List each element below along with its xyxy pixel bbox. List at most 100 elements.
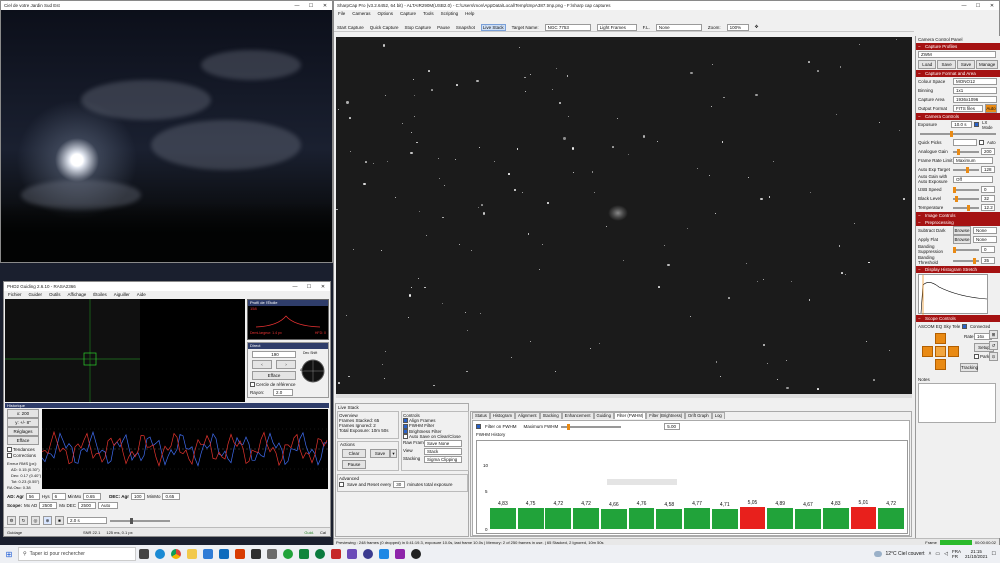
notes-box[interactable]	[918, 383, 996, 423]
target-input[interactable]: NGC 7753	[544, 23, 591, 31]
black-level-slider[interactable]	[953, 195, 979, 202]
temperature-slider[interactable]	[953, 204, 979, 211]
minimize-icon[interactable]: —	[957, 3, 971, 9]
dock-value[interactable]: 190	[252, 351, 296, 358]
side-tool-icon[interactable]: ↺	[989, 341, 998, 350]
graph-settings-button[interactable]: Réglages	[7, 427, 39, 436]
guide-camera-view[interactable]	[5, 299, 245, 402]
phd-menu-item[interactable]: Fichier	[8, 292, 22, 297]
live-stack-tab[interactable]: Filter (FWHM)	[613, 412, 647, 419]
gain-input[interactable]: 200	[981, 148, 995, 155]
scope-north-button[interactable]	[935, 333, 946, 344]
dock-arrow-button[interactable]: ‹	[252, 360, 272, 369]
sharpcap-menu-item[interactable]: Scripting	[441, 11, 459, 16]
pause-button[interactable]: Pause	[437, 25, 450, 30]
loop-icon[interactable]: ↻	[19, 516, 28, 525]
autosave-check[interactable]: Auto Save on Clear/Close	[403, 434, 467, 440]
sharpcap-menu-item[interactable]: File	[338, 11, 345, 16]
stop-icon[interactable]: ■	[55, 516, 64, 525]
phd-menu-item[interactable]: Aiguiller	[114, 292, 130, 297]
usb-input[interactable]: 0	[981, 186, 995, 193]
store-icon[interactable]	[203, 549, 213, 559]
edge-icon[interactable]	[155, 549, 165, 559]
camera-icon[interactable]: ◎	[31, 516, 40, 525]
app-icon[interactable]	[315, 549, 325, 559]
live-stack-tab[interactable]: Drift Graph	[685, 412, 712, 419]
language-indicator[interactable]: FRA FR	[952, 549, 961, 559]
format-head[interactable]: Capture Format and Area	[916, 70, 1000, 77]
maximize-icon[interactable]: ☐	[304, 3, 318, 9]
max-fwhm-input[interactable]: 5.00	[664, 423, 681, 430]
dec-agr-input[interactable]: 100	[130, 493, 145, 500]
image-scrollbar[interactable]	[336, 394, 912, 398]
profile-saveas-button[interactable]: Save As	[956, 60, 976, 74]
temperature-input[interactable]: 12.2	[981, 204, 995, 211]
colour-space-select[interactable]: MONO12	[953, 78, 997, 85]
live-stack-button[interactable]: Live Stack	[480, 23, 506, 31]
graph-scale-x[interactable]: x: 200	[7, 409, 39, 418]
tracking-button[interactable]: Tracking	[960, 363, 978, 372]
app-icon[interactable]	[283, 549, 293, 559]
quick-capture-button[interactable]: Quick Capture	[370, 25, 399, 30]
usb-slider[interactable]	[953, 186, 979, 193]
quick-picks-select[interactable]	[953, 139, 977, 146]
phd-menu-item[interactable]: Étoiles	[93, 292, 107, 297]
sharpcap-taskbar-icon[interactable]	[411, 549, 421, 559]
task-view-icon[interactable]	[139, 549, 149, 559]
live-stack-tab[interactable]: Guiding	[593, 412, 614, 419]
live-stack-tab[interactable]: Enhancement	[561, 412, 594, 419]
weather-text[interactable]: 12°C Ciel couvert	[886, 551, 925, 557]
fl-select[interactable]: None	[655, 23, 702, 31]
scope-mode-select[interactable]: Auto	[98, 502, 119, 509]
chrome-icon[interactable]	[171, 549, 181, 559]
scope-head[interactable]: Scope Controls	[916, 315, 1000, 322]
start-capture-button[interactable]: Start Capture	[337, 25, 364, 30]
profile-load-button[interactable]: Load	[918, 60, 937, 69]
corrections-check[interactable]: Corrections	[7, 453, 36, 459]
live-stack-image[interactable]	[336, 37, 912, 394]
app-icon[interactable]	[331, 549, 341, 559]
taskbar-search[interactable]: ⚲ Taper ici pour rechercher	[18, 547, 136, 561]
clear-button[interactable]: Clear	[342, 449, 366, 458]
phd2-taskbar-icon[interactable]	[363, 549, 373, 559]
phd-menu-item[interactable]: Affichage	[68, 292, 87, 297]
max-fwhm-slider[interactable]	[561, 423, 622, 430]
volume-icon[interactable]: ◁	[944, 551, 948, 557]
phd-menu-item[interactable]: Guider	[29, 292, 43, 297]
output-auto-button[interactable]: Auto	[985, 104, 997, 113]
minimize-icon[interactable]: —	[290, 3, 304, 9]
save-button[interactable]: Save	[370, 449, 390, 458]
stacking-select[interactable]: Sigma Clipping	[424, 456, 462, 464]
graph-clear-button[interactable]: Efface	[7, 436, 39, 445]
app-icon[interactable]	[299, 549, 309, 559]
sharpcap-menu-item[interactable]: Options	[378, 11, 394, 16]
sharpcap-menu-item[interactable]: Help	[465, 11, 474, 16]
profile-select[interactable]: ZWM	[918, 51, 996, 58]
filter-fwhm-check[interactable]	[476, 424, 481, 429]
scope-west-button[interactable]	[922, 346, 933, 357]
park-check[interactable]: Park	[974, 354, 989, 360]
capture-profiles-head[interactable]: Capture Profiles	[916, 43, 1000, 50]
image-controls-head[interactable]: Image Controls	[916, 212, 1000, 219]
app-icon[interactable]	[267, 549, 277, 559]
dec-min-input[interactable]: 0.65	[162, 493, 181, 500]
app-icon[interactable]	[347, 549, 357, 559]
explorer-icon[interactable]	[187, 549, 197, 559]
raw-frames-select[interactable]: Save None	[424, 440, 462, 448]
tray-chevron-icon[interactable]: ˄	[928, 551, 931, 557]
sharpcap-menu-item[interactable]: Capture	[400, 11, 416, 16]
side-tool-icon[interactable]: ⊙	[989, 352, 998, 361]
live-stack-tab[interactable]: Histogram	[489, 412, 515, 419]
banding-input[interactable]: 0	[981, 246, 995, 253]
exposure-input[interactable]: 10.0 s	[951, 121, 973, 128]
browse-dark-button[interactable]: Browse	[953, 226, 971, 235]
controls-head[interactable]: Camera Controls	[916, 113, 1000, 120]
snapshot-button[interactable]: Snapshot	[456, 25, 475, 30]
app-icon[interactable]	[235, 549, 245, 559]
ad-hys-input[interactable]: 6	[51, 493, 66, 500]
maximize-icon[interactable]: ☐	[302, 284, 316, 290]
histogram-head[interactable]: Display Histogram Stretch	[916, 266, 1000, 273]
reference-circle-check[interactable]: Cercle de référence	[250, 382, 296, 388]
phd-menu-item[interactable]: Aide	[137, 292, 146, 297]
gain-slider[interactable]	[953, 148, 979, 155]
